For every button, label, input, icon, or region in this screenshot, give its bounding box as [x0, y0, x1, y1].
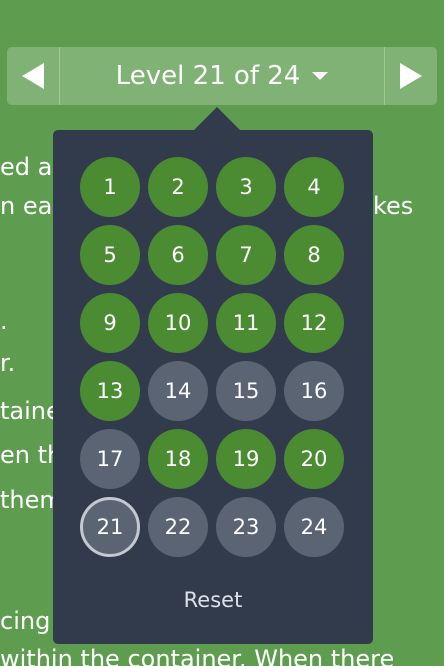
level-button-13[interactable]: 13 [80, 361, 140, 421]
instructions-line: taine [0, 397, 61, 425]
level-button-3[interactable]: 3 [216, 157, 276, 217]
level-nav: Level 21 of 24 [7, 47, 437, 105]
level-button-17[interactable]: 17 [80, 429, 140, 489]
triangle-left-icon [22, 63, 44, 89]
level-button-10[interactable]: 10 [148, 293, 208, 353]
level-button-15[interactable]: 15 [216, 361, 276, 421]
level-selector-toggle[interactable]: Level 21 of 24 [60, 47, 384, 105]
level-button-19[interactable]: 19 [216, 429, 276, 489]
triangle-right-icon [400, 63, 422, 89]
level-button-12[interactable]: 12 [284, 293, 344, 353]
level-button-24[interactable]: 24 [284, 497, 344, 557]
level-button-18[interactable]: 18 [148, 429, 208, 489]
instructions-line: r. [0, 349, 16, 377]
previous-level-button[interactable] [7, 47, 60, 105]
instructions-line: within the container. When there [0, 645, 395, 666]
level-button-5[interactable]: 5 [80, 225, 140, 285]
level-title: Level 21 of 24 [115, 61, 301, 91]
level-button-2[interactable]: 2 [148, 157, 208, 217]
instructions-line: . [0, 307, 8, 335]
level-button-20[interactable]: 20 [284, 429, 344, 489]
caret-down-icon [312, 72, 329, 80]
next-level-button[interactable] [384, 47, 437, 105]
app-page: ed at n eac kes . r. taine en th them ci… [0, 0, 444, 666]
level-button-14[interactable]: 14 [148, 361, 208, 421]
level-button-21[interactable]: 21 [80, 497, 140, 557]
level-button-4[interactable]: 4 [284, 157, 344, 217]
level-button-9[interactable]: 9 [80, 293, 140, 353]
level-button-6[interactable]: 6 [148, 225, 208, 285]
level-button-16[interactable]: 16 [284, 361, 344, 421]
level-grid: 1 2 3 4 5 6 7 8 9 10 11 12 13 14 15 16 17 18 19 20 21 22 23 24 [80, 157, 346, 557]
level-button-11[interactable]: 11 [216, 293, 276, 353]
level-button-22[interactable]: 22 [148, 497, 208, 557]
level-button-7[interactable]: 7 [216, 225, 276, 285]
instructions-line: kes [373, 192, 414, 220]
instructions-line: cing [0, 607, 51, 635]
level-button-23[interactable]: 23 [216, 497, 276, 557]
level-button-8[interactable]: 8 [284, 225, 344, 285]
dropdown-pointer [193, 107, 241, 131]
level-dropdown: 1 2 3 4 5 6 7 8 9 10 11 12 13 14 15 16 17 18 19 20 21 22 23 24 … [53, 130, 373, 644]
reset-button[interactable]: Reset [53, 588, 373, 612]
level-button-1[interactable]: 1 [80, 157, 140, 217]
